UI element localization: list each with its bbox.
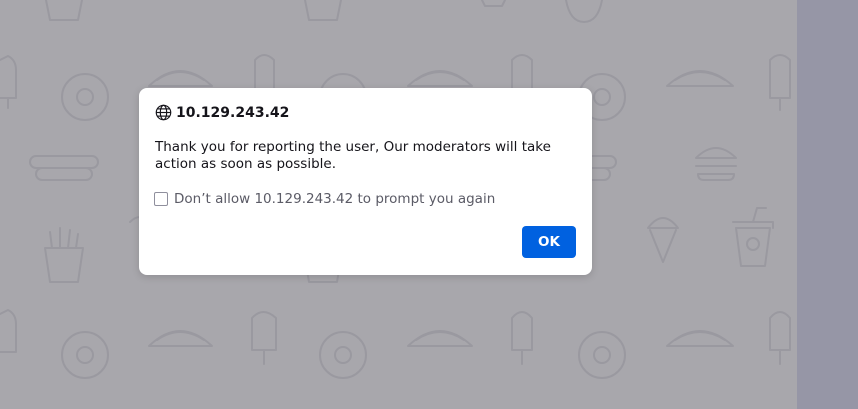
taco-icon <box>666 70 734 87</box>
drink-cup-icon <box>481 0 506 7</box>
fries-icon <box>44 227 84 283</box>
popsicle-icon <box>0 309 17 353</box>
popsicle-icon <box>251 311 277 365</box>
donut-icon <box>61 331 109 379</box>
taco-icon <box>148 70 213 87</box>
hotdog-icon <box>29 155 99 181</box>
popsicle-icon <box>511 311 533 365</box>
scrollbar-area <box>797 0 858 409</box>
ok-button[interactable]: OK <box>522 226 576 258</box>
dialog-message: Thank you for reporting the user, Our mo… <box>155 139 551 172</box>
popsicle-icon <box>0 55 17 109</box>
ice-cream-icon <box>647 217 679 263</box>
dont-allow-prompt-checkbox[interactable] <box>154 192 168 206</box>
dont-allow-prompt-option[interactable]: Don’t allow 10.129.243.42 to prompt you … <box>154 191 495 207</box>
dialog-origin: 10.129.243.42 <box>176 104 290 121</box>
fries-icon <box>45 0 83 21</box>
dialog-header: 10.129.243.42 <box>155 104 289 121</box>
prompt-dialog: 10.129.243.42 Thank you for reporting th… <box>139 88 592 275</box>
taco-icon <box>407 330 473 347</box>
popsicle-icon <box>769 54 791 111</box>
popsicle-icon <box>769 311 791 365</box>
donut-icon <box>578 331 626 379</box>
fries-icon <box>304 0 342 21</box>
donut-icon <box>319 331 367 379</box>
globe-icon <box>155 104 172 121</box>
drink-cup-icon <box>732 207 774 267</box>
taco-icon <box>407 70 473 87</box>
taco-icon <box>666 330 734 347</box>
taco-icon <box>148 330 213 347</box>
dont-allow-prompt-label: Don’t allow 10.129.243.42 to prompt you … <box>174 191 496 207</box>
browser-viewport: 10.129.243.42 Thank you for reporting th… <box>0 0 858 409</box>
burger-icon <box>695 147 737 181</box>
ice-cream-icon <box>565 0 603 23</box>
donut-icon <box>61 73 109 121</box>
